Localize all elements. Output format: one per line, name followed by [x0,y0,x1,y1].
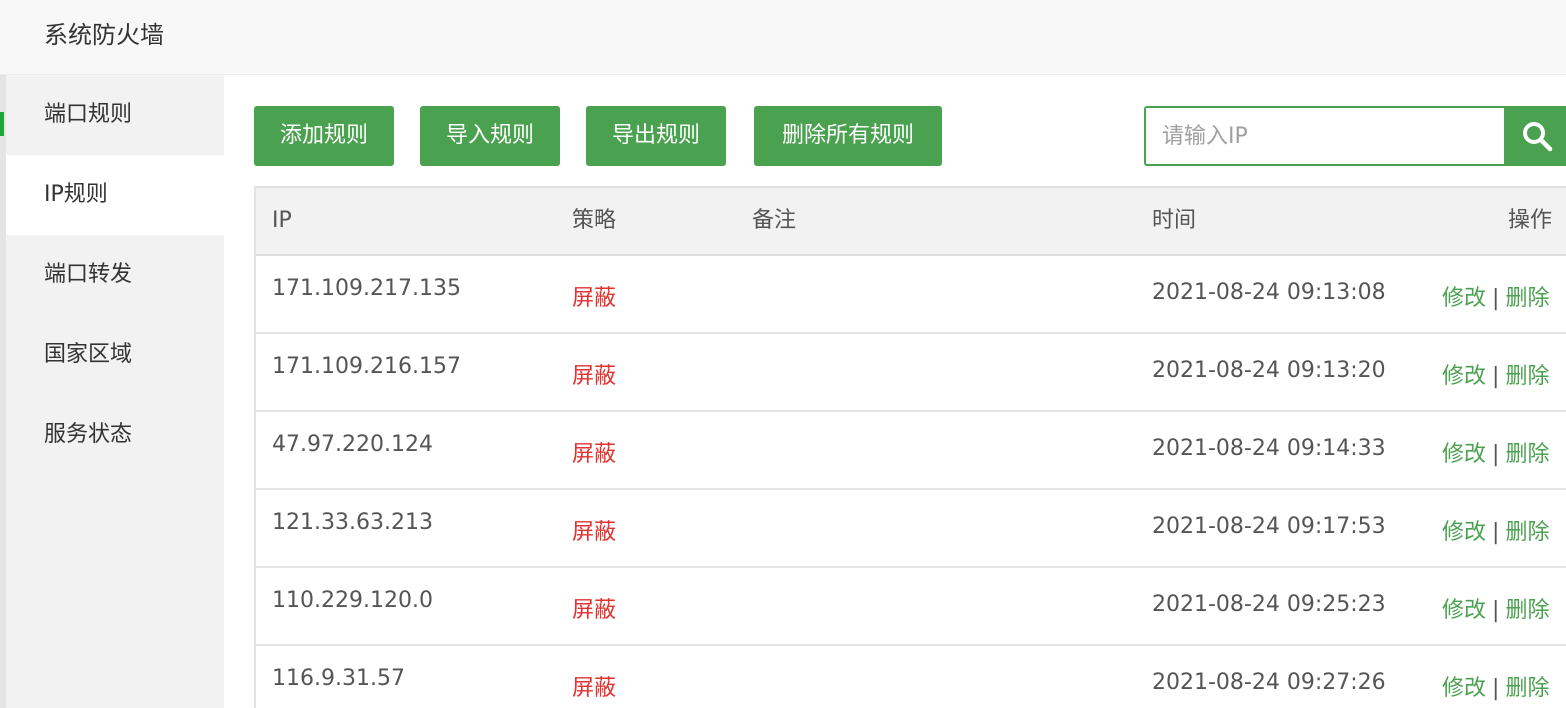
import-rules-button[interactable]: 导入规则 [420,106,560,166]
table-row: 121.33.63.213 屏蔽 2021-08-24 09:17:53 修改 |… [256,490,1566,568]
sidebar-item-service-status[interactable]: 服务状态 [6,395,224,475]
page-title: 系统防火墙 [44,21,164,49]
sidebar: 端口规则 IP规则 端口转发 国家区域 服务状态 [6,75,224,708]
cell-policy: 屏蔽 [572,442,617,467]
delete-link[interactable]: 删除 [1505,364,1549,389]
cell-policy: 屏蔽 [572,520,617,545]
ip-search-input[interactable] [1144,106,1506,166]
table-header: IP 策略 备注 时间 操作 [256,188,1566,256]
edit-link[interactable]: 修改 [1442,598,1486,623]
cell-actions: 修改 | 删除 [1442,514,1549,546]
sidebar-item-label: 端口规则 [44,102,133,127]
delete-link[interactable]: 删除 [1505,286,1549,311]
cell-ip: 110.229.120.0 [272,588,433,613]
search-button[interactable] [1504,106,1566,166]
sidebar-item-port-forward[interactable]: 端口转发 [6,235,224,315]
table-row: 116.9.31.57 屏蔽 2021-08-24 09:27:26 修改 | 删除 [256,646,1566,708]
table-row: 47.97.220.124 屏蔽 2021-08-24 09:14:33 修改 |… [256,412,1566,490]
cell-time: 2021-08-24 09:14:33 [1152,436,1386,461]
sidebar-item-port-rules[interactable]: 端口规则 [6,75,224,155]
cell-time: 2021-08-24 09:13:20 [1152,358,1386,383]
sidebar-item-label: 端口转发 [44,262,133,287]
cell-time: 2021-08-24 09:27:26 [1152,670,1386,695]
ip-rules-table: IP 策略 备注 时间 操作 171.109.217.135 屏蔽 2021-0… [254,186,1566,708]
table-row: 110.229.120.0 屏蔽 2021-08-24 09:25:23 修改 |… [256,568,1566,646]
cell-actions: 修改 | 删除 [1442,670,1549,702]
cell-actions: 修改 | 删除 [1442,358,1549,390]
edit-link[interactable]: 修改 [1442,364,1486,389]
column-header-ip: IP [272,208,292,233]
edit-link[interactable]: 修改 [1442,520,1486,545]
add-rule-button[interactable]: 添加规则 [254,106,394,166]
cell-actions: 修改 | 删除 [1442,592,1549,624]
column-header-time: 时间 [1152,208,1197,233]
sidebar-item-label: 国家区域 [44,342,133,367]
edge-accent [0,112,4,136]
column-header-remark: 备注 [752,208,797,233]
firewall-window: 系统防火墙 端口规则 IP规则 端口转发 国家区域 服务状态 添加规则 导入规则… [0,0,1566,708]
action-separator: | [1492,442,1500,467]
cell-policy: 屏蔽 [572,598,617,623]
cell-ip: 171.109.216.157 [272,354,461,379]
cell-ip: 47.97.220.124 [272,432,433,457]
edit-link[interactable]: 修改 [1442,442,1486,467]
table-row: 171.109.217.135 屏蔽 2021-08-24 09:13:08 修… [256,256,1566,334]
action-separator: | [1492,676,1500,701]
delete-link[interactable]: 删除 [1505,520,1549,545]
cell-time: 2021-08-24 09:13:08 [1152,280,1386,305]
cell-ip: 116.9.31.57 [272,666,405,691]
cell-policy: 屏蔽 [572,676,617,701]
delete-all-rules-button[interactable]: 删除所有规则 [754,106,942,166]
column-header-actions: 操作 [1508,208,1553,233]
search-icon [1523,122,1553,152]
cell-time: 2021-08-24 09:17:53 [1152,514,1386,539]
title-bar: 系统防火墙 [0,0,1566,75]
action-separator: | [1492,364,1500,389]
sidebar-item-label: 服务状态 [44,422,133,447]
cell-ip: 171.109.217.135 [272,276,461,301]
column-header-policy: 策略 [572,208,617,233]
cell-time: 2021-08-24 09:25:23 [1152,592,1386,617]
delete-link[interactable]: 删除 [1505,442,1549,467]
table-row: 171.109.216.157 屏蔽 2021-08-24 09:13:20 修… [256,334,1566,412]
sidebar-item-label: IP规则 [44,182,108,207]
action-separator: | [1492,598,1500,623]
delete-link[interactable]: 删除 [1505,598,1549,623]
cell-policy: 屏蔽 [572,364,617,389]
edit-link[interactable]: 修改 [1442,286,1486,311]
action-separator: | [1492,520,1500,545]
cell-ip: 121.33.63.213 [272,510,433,535]
cell-actions: 修改 | 删除 [1442,436,1549,468]
sidebar-item-country-region[interactable]: 国家区域 [6,315,224,395]
sidebar-item-ip-rules[interactable]: IP规则 [6,155,224,235]
cell-actions: 修改 | 删除 [1442,280,1549,312]
action-separator: | [1492,286,1500,311]
export-rules-button[interactable]: 导出规则 [586,106,726,166]
delete-link[interactable]: 删除 [1505,676,1549,701]
edit-link[interactable]: 修改 [1442,676,1486,701]
cell-policy: 屏蔽 [572,286,617,311]
